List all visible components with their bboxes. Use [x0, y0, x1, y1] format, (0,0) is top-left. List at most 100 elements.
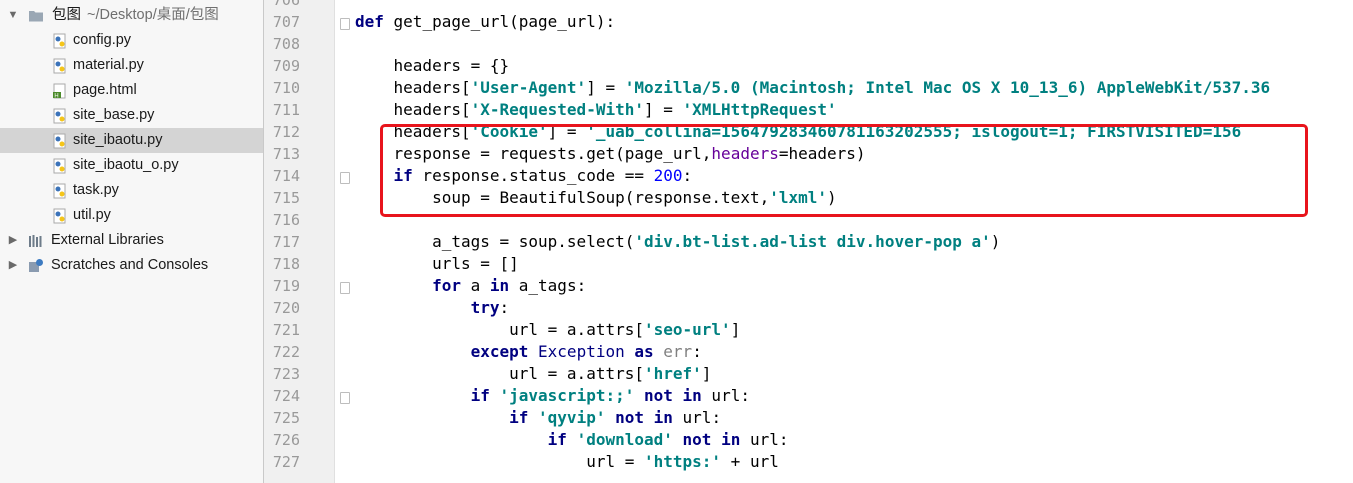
code-token: 'qyvip'	[538, 408, 606, 427]
code-token: url =	[355, 452, 644, 471]
code-token: url:	[701, 386, 750, 405]
file-name: site_ibaotu_o.py	[73, 157, 179, 173]
code-token: url:	[740, 430, 789, 449]
tree-external-libraries[interactable]: ▶ External Libraries	[0, 228, 263, 253]
code-line[interactable]: headers['X-Requested-With'] = 'XMLHttpRe…	[355, 99, 837, 121]
code-line[interactable]: headers = {}	[355, 55, 510, 77]
code-token: 'https:'	[643, 452, 722, 471]
code-token: not in	[682, 430, 741, 449]
chevron-down-icon[interactable]: ▼	[6, 3, 20, 28]
code-line[interactable]: if 'qyvip' not in url:	[355, 407, 721, 429]
tree-scratches-consoles[interactable]: ▶ Scratches and Consoles	[0, 253, 263, 278]
line-number: 727	[272, 453, 300, 471]
line-number: 725	[272, 409, 300, 427]
code-editor[interactable]: def get_page_url(page_url): headers = {}…	[355, 0, 1353, 483]
line-number: 714	[272, 167, 300, 185]
python-file-icon	[53, 158, 66, 174]
tree-file-material[interactable]: material.py	[0, 53, 263, 78]
code-line[interactable]: try:	[355, 297, 510, 319]
code-line[interactable]: url = a.attrs['seo-url']	[355, 319, 740, 341]
fold-marker-icon[interactable]	[340, 392, 350, 404]
code-token: not in	[615, 408, 673, 427]
tree-file-site-base[interactable]: site_base.py	[0, 103, 263, 128]
code-token: ]	[730, 320, 741, 339]
code-token: headers = {}	[355, 56, 510, 75]
code-token: if	[470, 386, 490, 405]
chevron-right-icon[interactable]: ▶	[6, 253, 20, 278]
code-token: a_tags:	[509, 276, 587, 295]
project-tree-panel: ▼ 包图 ~/Desktop/桌面/包图 config.py material.p…	[0, 0, 264, 483]
file-name: site_ibaotu.py	[73, 132, 163, 148]
code-token: headers[	[355, 100, 471, 119]
code-token: 'href'	[643, 364, 702, 383]
code-token: :	[692, 342, 702, 361]
code-token: urls = []	[355, 254, 519, 273]
fold-marker-icon[interactable]	[340, 172, 350, 184]
tree-file-page-html[interactable]: H page.html	[0, 78, 263, 103]
html-file-icon: H	[53, 83, 66, 99]
file-name: site_base.py	[73, 107, 155, 123]
code-line[interactable]: a_tags = soup.select('div.bt-list.ad-lis…	[355, 231, 1000, 253]
python-file-icon	[53, 208, 66, 224]
code-line[interactable]: headers['User-Agent'] = 'Mozilla/5.0 (Ma…	[355, 77, 1271, 99]
code-line[interactable]: urls = []	[355, 253, 519, 275]
code-token: get_page_url(page_url):	[383, 12, 616, 31]
tree-file-site-ibaotu[interactable]: site_ibaotu.py	[0, 128, 263, 153]
code-token: :	[499, 298, 510, 317]
code-token: 'XMLHttpRequest'	[682, 100, 837, 119]
file-name: task.py	[73, 182, 119, 198]
code-token: )	[990, 232, 1001, 251]
python-file-icon	[53, 133, 66, 149]
fold-marker-icon[interactable]	[340, 282, 350, 294]
code-token: a	[460, 276, 490, 295]
line-number: 720	[272, 299, 300, 317]
code-line[interactable]: url = 'https:' + url	[355, 451, 779, 473]
line-number: 716	[272, 211, 300, 229]
tree-file-config[interactable]: config.py	[0, 28, 263, 53]
code-line[interactable]: for a in a_tags:	[355, 275, 586, 297]
line-number: 723	[272, 365, 300, 383]
code-token: headers[	[355, 78, 471, 97]
code-token: except	[470, 342, 529, 361]
file-name: page.html	[73, 82, 137, 98]
python-file-icon	[53, 183, 66, 199]
code-token: in	[489, 276, 510, 295]
python-file-icon	[53, 58, 66, 74]
code-token: ] =	[643, 100, 683, 119]
tree-root-folder[interactable]: ▼ 包图 ~/Desktop/桌面/包图	[0, 3, 263, 28]
line-number: 708	[272, 35, 300, 53]
code-token: url:	[672, 408, 722, 427]
code-line[interactable]: url = a.attrs['href']	[355, 363, 711, 385]
code-line[interactable]: if 'download' not in url:	[355, 429, 789, 451]
code-line[interactable]: except Exception as err:	[355, 341, 702, 363]
code-token: ]	[701, 364, 712, 383]
code-token: not in	[644, 386, 702, 405]
tree-file-site-ibaotu-o[interactable]: site_ibaotu_o.py	[0, 153, 263, 178]
fold-marker-icon[interactable]	[340, 18, 350, 30]
root-folder-path: ~/Desktop/桌面/包图	[87, 7, 219, 23]
chevron-right-icon[interactable]: ▶	[6, 228, 20, 253]
line-number: 726	[272, 431, 300, 449]
code-token: err	[663, 342, 693, 361]
code-token: 'X-Requested-With'	[470, 100, 644, 119]
code-line[interactable]: def get_page_url(page_url):	[355, 11, 615, 33]
line-number: 711	[272, 101, 300, 119]
line-number: 710	[272, 79, 300, 97]
tree-file-task[interactable]: task.py	[0, 178, 263, 203]
code-line[interactable]: if 'javascript:;' not in url:	[355, 385, 750, 407]
line-number: 706	[272, 0, 300, 9]
code-token: 'User-Agent'	[470, 78, 587, 97]
code-token: 'div.bt-list.ad-list div.hover-pop a'	[634, 232, 991, 251]
scratches-label: Scratches and Consoles	[51, 257, 209, 273]
code-token: url = a.attrs[	[355, 364, 644, 383]
line-number: 719	[272, 277, 300, 295]
tree-file-util[interactable]: util.py	[0, 203, 263, 228]
